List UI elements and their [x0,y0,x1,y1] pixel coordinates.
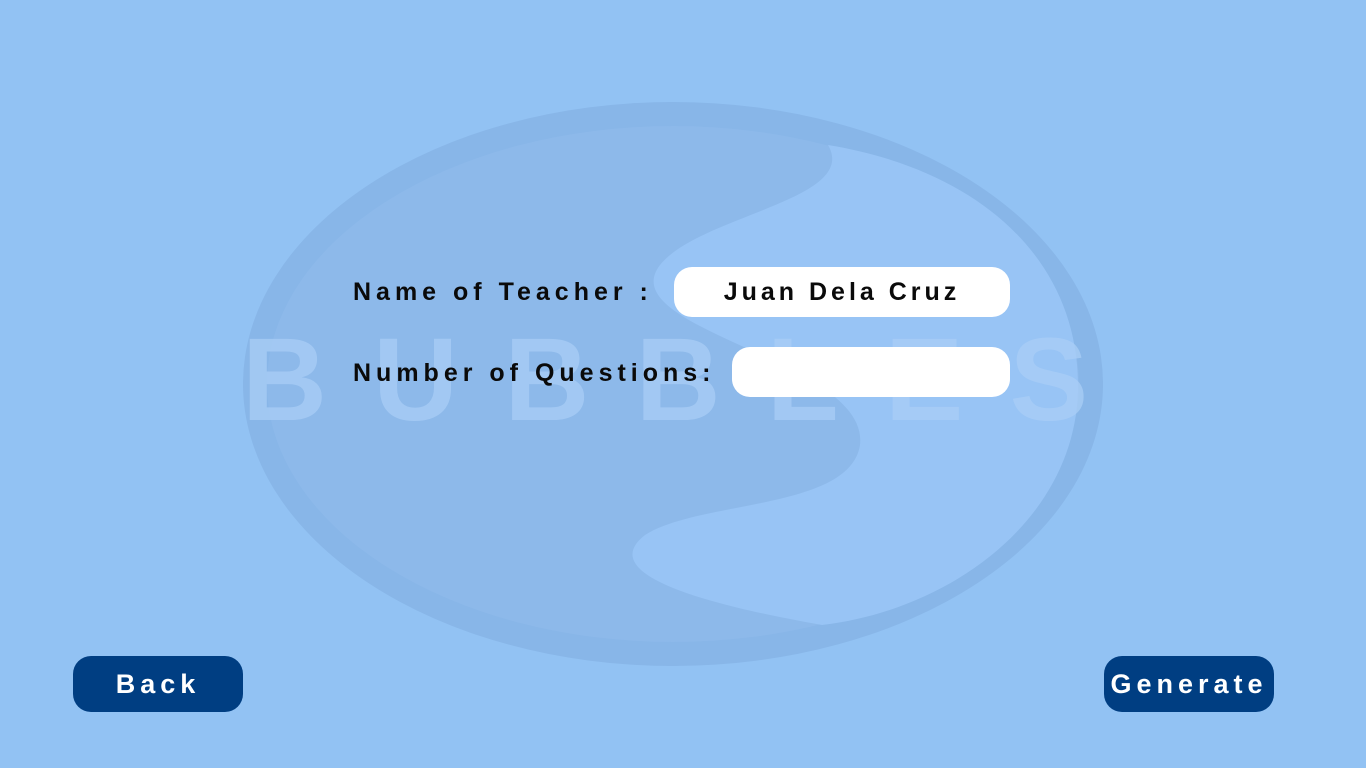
number-of-questions-input[interactable] [732,347,1010,397]
teacher-name-label: Name of Teacher : [353,278,653,306]
generate-button[interactable]: Generate [1104,656,1274,712]
teacher-name-input[interactable] [674,267,1010,317]
number-of-questions-label: Number of Questions: [353,359,716,387]
back-button[interactable]: Back [73,656,243,712]
app-window: BUBBLES Name of Teacher : Number of Ques… [0,0,1366,768]
